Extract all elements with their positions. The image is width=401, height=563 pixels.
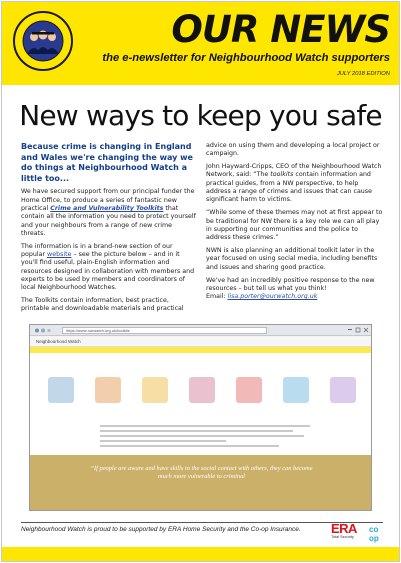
email-label: Email: (206, 293, 228, 301)
svg-text:op: op (369, 534, 379, 543)
paragraph: “While some of these themes may not at f… (206, 209, 383, 242)
website-yellow-bar (30, 347, 371, 353)
toolkit-icons-row (48, 377, 358, 407)
toolkit-icon-7 (330, 377, 356, 403)
paragraph: John Hayward-Cripps, CEO of the Neighbou… (206, 163, 384, 204)
website-name: Neighbourhood Watch (36, 339, 81, 344)
website-screenshot: https://www.ourwatch.org.uk/toolkits Nei… (29, 324, 372, 511)
email-link[interactable]: lisa.porter@ourwatch.org.uk (228, 293, 318, 300)
paragraph: The information is in a brand-new sectio… (21, 243, 198, 293)
toolkit-icon-4 (189, 377, 215, 403)
masthead: OUR NEWS the e-newsletter for Neighbourh… (2, 2, 399, 85)
paragraph-text: We've had an incredibly positive respons… (206, 276, 375, 292)
footer-yellow-band (2, 547, 399, 561)
browser-toolbar: https://www.ourwatch.org.uk/toolkits (30, 325, 371, 336)
era-logo-subtext: Total Security (331, 535, 354, 539)
paragraph-emphasis: toolkits (270, 171, 294, 179)
newsletter-subtitle: the e-newsletter for Neighbourhood Watch… (102, 52, 390, 64)
paragraph: We've had an incredibly positive respons… (206, 277, 384, 302)
article-lead: Because crime is changing in England and… (21, 142, 193, 183)
sponsor-note: Neighbourhood Watch is proud to be suppo… (21, 526, 301, 533)
browser-nav-icons (35, 328, 51, 333)
newsletter-title: OUR NEWS (171, 8, 391, 51)
website-body-text (100, 425, 310, 450)
coop-logo: co op (369, 525, 379, 543)
paragraph: advice on using them and developing a lo… (206, 142, 380, 158)
era-logo: ERA Total Security (331, 522, 365, 544)
video-quote: “If people are aware and have skills in … (90, 465, 313, 480)
website-page: Neighbourhood Watch “If people are aware… (30, 337, 371, 510)
article-headline: New ways to keep you safe (19, 99, 382, 132)
toolkit-icon-1 (48, 377, 74, 403)
article-column-right: advice on using them and developing a lo… (206, 142, 384, 306)
neighbourhood-watch-logo (13, 11, 73, 71)
footer-divider (21, 522, 383, 523)
paragraph: We have secured support from our princip… (21, 188, 198, 238)
article-column-left: Because crime is changing in England and… (21, 142, 198, 318)
toolkit-icon-2 (95, 377, 121, 403)
svg-text:co: co (369, 525, 378, 534)
edition-label: JULY 2018 EDITION (336, 71, 390, 77)
toolkit-icon-3 (142, 377, 168, 403)
toolkit-icon-5 (236, 377, 262, 403)
toolkit-icon-6 (283, 377, 309, 403)
website-link[interactable]: website (47, 251, 71, 258)
newsletter-page: OUR NEWS the e-newsletter for Neighbourh… (1, 1, 400, 562)
website-video-banner: “If people are aware and have skills in … (30, 455, 371, 510)
paragraph: NWN is also planning an additional toolk… (206, 247, 378, 271)
website-header: Neighbourhood Watch (30, 337, 371, 347)
paragraph: The Toolkits contain information, best p… (21, 297, 184, 313)
browser-address-bar: https://www.ourwatch.org.uk/toolkits (62, 327, 267, 334)
era-logo-text: ERA (331, 521, 357, 536)
toolkits-link[interactable]: Crime and Vulnerability Toolkits (50, 205, 163, 212)
window-controls-icon (348, 327, 369, 333)
